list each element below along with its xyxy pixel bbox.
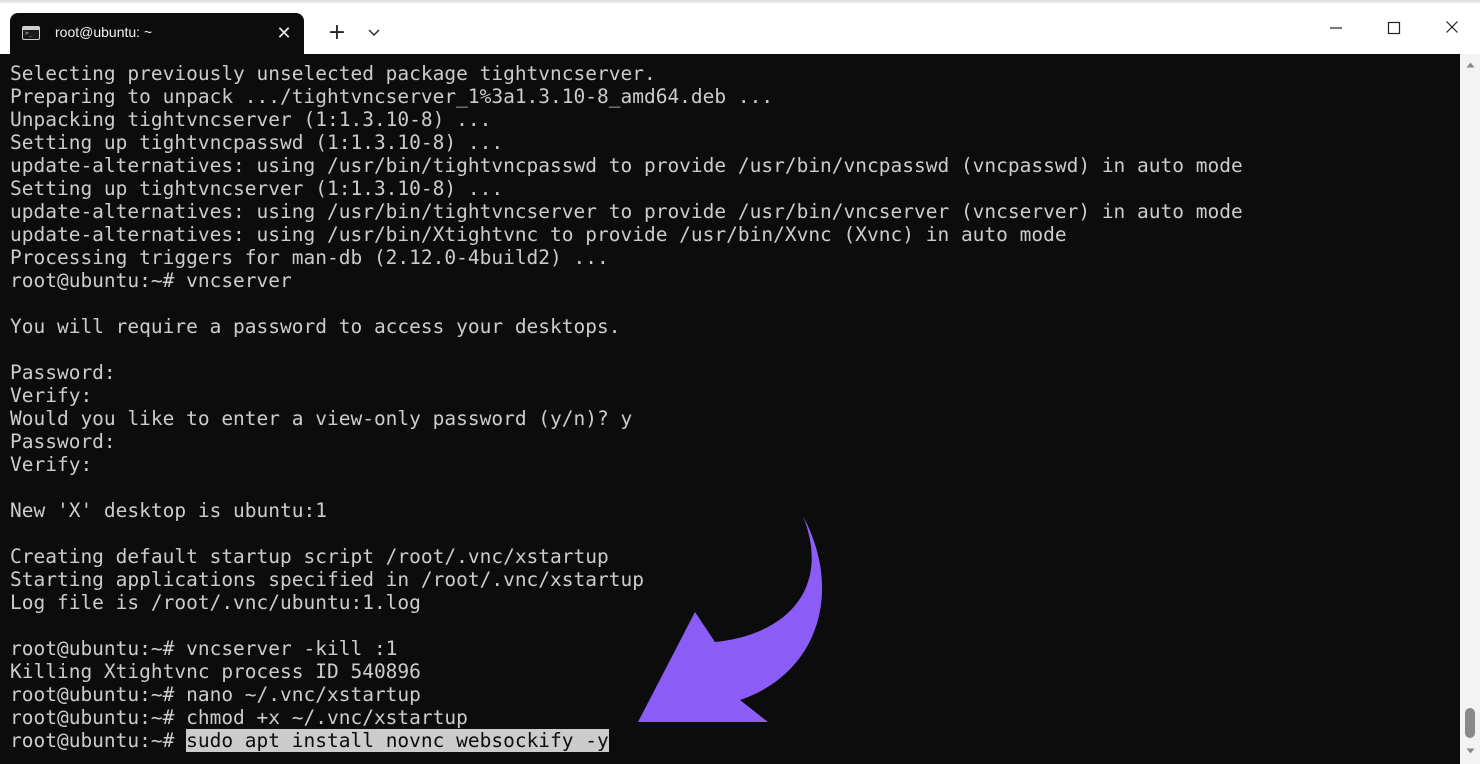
- maximize-icon[interactable]: [1371, 7, 1417, 47]
- output-lines: Selecting previously unselected package …: [10, 62, 1243, 752]
- output-line: root@ubuntu:~# chmod +x ~/.vnc/xstartup: [10, 706, 468, 729]
- output-line: Killing Xtightvnc process ID 540896: [10, 660, 421, 683]
- output-line: root@ubuntu:~# vncserver: [10, 269, 292, 292]
- output-line: Password:: [10, 361, 116, 384]
- output-line: Creating default startup script /root/.v…: [10, 545, 609, 568]
- scroll-thumb[interactable]: [1465, 708, 1475, 738]
- output-line: Selecting previously unselected package …: [10, 62, 656, 85]
- terminal-icon: >_: [22, 26, 40, 40]
- terminal-window: >_ root@ubuntu: ~ ✕ + Selecting previous…: [0, 0, 1480, 764]
- output-line: New 'X' desktop is ubuntu:1: [10, 499, 327, 522]
- output-line: update-alternatives: using /usr/bin/Xtig…: [10, 223, 1067, 246]
- output-line: [10, 476, 1243, 499]
- close-icon[interactable]: [1429, 7, 1475, 47]
- output-line: [10, 522, 1243, 545]
- terminal-output[interactable]: Selecting previously unselected package …: [0, 54, 1460, 764]
- tab-title: root@ubuntu: ~: [55, 24, 153, 40]
- output-line: [10, 292, 1243, 315]
- output-line: Setting up tightvncpasswd (1:1.3.10-8) .…: [10, 131, 504, 154]
- output-line: [10, 338, 1243, 361]
- vertical-scrollbar[interactable]: [1460, 54, 1480, 764]
- selected-command[interactable]: sudo apt install novnc websockify -y: [186, 729, 609, 752]
- output-line: Verify:: [10, 384, 93, 407]
- output-line: [10, 614, 1243, 637]
- output-line: Unpacking tightvncserver (1:1.3.10-8) ..…: [10, 108, 492, 131]
- output-line: Processing triggers for man-db (2.12.0-4…: [10, 246, 609, 269]
- output-line: root@ubuntu:~# vncserver -kill :1: [10, 637, 398, 660]
- minimize-icon[interactable]: [1313, 7, 1359, 47]
- output-line: update-alternatives: using /usr/bin/tigh…: [10, 200, 1243, 223]
- plus-icon[interactable]: +: [320, 17, 354, 49]
- output-line: Log file is /root/.vnc/ubuntu:1.log: [10, 591, 421, 614]
- output-line: You will require a password to access yo…: [10, 315, 621, 338]
- close-icon[interactable]: ✕: [272, 23, 296, 45]
- prompt: root@ubuntu:~#: [10, 729, 187, 752]
- tab-root-ubuntu[interactable]: >_ root@ubuntu: ~ ✕: [10, 13, 304, 55]
- chevron-down-icon[interactable]: [357, 17, 391, 49]
- scroll-up-icon[interactable]: [1460, 58, 1480, 72]
- title-bar: >_ root@ubuntu: ~ ✕ +: [0, 0, 1480, 55]
- output-line: root@ubuntu:~# nano ~/.vnc/xstartup: [10, 683, 421, 706]
- output-line: Would you like to enter a view-only pass…: [10, 407, 633, 430]
- command-line[interactable]: root@ubuntu:~# sudo apt install novnc we…: [10, 729, 1243, 752]
- title-bar-edge: [0, 1, 1480, 3]
- output-line: Preparing to unpack .../tightvncserver_1…: [10, 85, 774, 108]
- output-line: Setting up tightvncserver (1:1.3.10-8) .…: [10, 177, 504, 200]
- scroll-down-icon[interactable]: [1460, 744, 1480, 758]
- output-line: Starting applications specified in /root…: [10, 568, 644, 591]
- output-line: Verify:: [10, 453, 93, 476]
- output-line: update-alternatives: using /usr/bin/tigh…: [10, 154, 1243, 177]
- output-line: Password:: [10, 430, 116, 453]
